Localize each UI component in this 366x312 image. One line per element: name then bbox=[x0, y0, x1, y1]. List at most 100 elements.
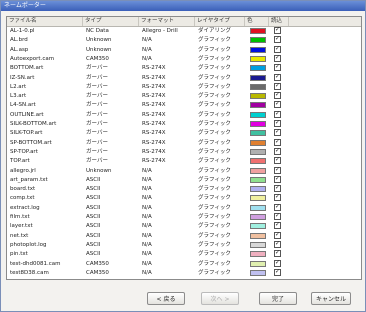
import-checkbox[interactable] bbox=[274, 45, 281, 53]
color-swatch[interactable] bbox=[250, 93, 266, 100]
import-checkbox[interactable] bbox=[274, 91, 281, 100]
color-swatch[interactable] bbox=[250, 232, 266, 239]
import-checkbox[interactable] bbox=[274, 240, 281, 248]
color-swatch[interactable] bbox=[250, 251, 266, 258]
table-row[interactable]: Autoexport.cam CAM350 N/A グラフィック bbox=[7, 54, 361, 63]
import-checkbox[interactable] bbox=[274, 119, 281, 127]
import-checkbox[interactable] bbox=[274, 138, 281, 146]
color-swatch[interactable] bbox=[250, 241, 266, 248]
import-checkbox[interactable] bbox=[274, 184, 281, 193]
import-checkbox[interactable] bbox=[274, 82, 281, 90]
table-row[interactable]: TOP.art ガーバー RS-274X グラフィック bbox=[7, 156, 361, 165]
color-swatch[interactable] bbox=[250, 148, 266, 155]
import-checkbox[interactable] bbox=[274, 100, 281, 109]
table-row[interactable]: AL.brd Unknown N/A グラフィック bbox=[7, 35, 361, 44]
table-row[interactable]: allegro.jrl Unknown N/A グラフィック bbox=[7, 166, 361, 175]
table-row[interactable]: AL-1-0.pl NC Data Allegro - Drill ダイアリング bbox=[7, 26, 361, 35]
table-row[interactable]: board.txt ASCII N/A グラフィック bbox=[7, 184, 361, 193]
file-list[interactable]: ファイル名 タイプ フォーマット レイヤタイプ 色 読込 AL-1-0.pl NC… bbox=[6, 16, 362, 280]
import-checkbox[interactable] bbox=[274, 63, 281, 72]
color-swatch[interactable] bbox=[250, 83, 266, 90]
import-checkbox[interactable] bbox=[274, 35, 281, 44]
import-checkbox[interactable] bbox=[274, 175, 281, 183]
import-checkbox[interactable] bbox=[274, 110, 281, 118]
color-swatch[interactable] bbox=[250, 28, 266, 34]
table-row[interactable]: BOTTOM.art ガーバー RS-274X グラフィック bbox=[7, 63, 361, 72]
column-header-format[interactable]: フォーマット bbox=[139, 17, 195, 26]
finish-button[interactable]: 完了 bbox=[259, 292, 297, 305]
table-row[interactable]: comp.txt ASCII N/A グラフィック bbox=[7, 193, 361, 202]
table-row[interactable]: L3.art ガーバー RS-274X グラフィック bbox=[7, 91, 361, 100]
import-checkbox[interactable] bbox=[274, 128, 281, 137]
table-row[interactable]: OUTLINE.art ガーバー RS-274X グラフィック bbox=[7, 110, 361, 119]
import-checkbox[interactable] bbox=[274, 73, 281, 81]
color-swatch[interactable] bbox=[250, 130, 266, 137]
cell-filename: net.txt bbox=[10, 232, 29, 239]
import-checkbox[interactable] bbox=[274, 203, 281, 211]
color-swatch[interactable] bbox=[250, 37, 266, 44]
table-row[interactable]: layer.txt ASCII N/A グラフィック bbox=[7, 221, 361, 230]
import-checkbox[interactable] bbox=[274, 193, 281, 202]
color-swatch[interactable] bbox=[250, 65, 266, 72]
color-swatch[interactable] bbox=[250, 102, 266, 109]
table-row[interactable]: test-dhd0081.cam CAM350 N/A グラフィック bbox=[7, 259, 361, 268]
color-swatch[interactable] bbox=[250, 223, 266, 230]
cell-filename: IZ-SN.art bbox=[10, 74, 35, 81]
table-row[interactable]: SILK-TOP.art ガーバー RS-274X グラフィック bbox=[7, 128, 361, 137]
import-checkbox[interactable] bbox=[274, 259, 281, 267]
import-checkbox[interactable] bbox=[274, 166, 281, 174]
table-row[interactable]: art_param.txt ASCII N/A グラフィック bbox=[7, 175, 361, 184]
import-checkbox[interactable] bbox=[274, 147, 281, 155]
column-header-type[interactable]: タイプ bbox=[83, 17, 139, 26]
cell-layer-type: グラフィック bbox=[198, 139, 231, 146]
import-checkbox[interactable] bbox=[274, 221, 281, 230]
cell-format: N/A bbox=[142, 260, 152, 267]
color-swatch[interactable] bbox=[250, 158, 266, 165]
import-checkbox[interactable] bbox=[274, 54, 281, 62]
table-row[interactable]: test8D38.cam CAM350 N/A グラフィック bbox=[7, 268, 361, 277]
table-row[interactable]: IZ-SN.art ガーバー RS-274X グラフィック bbox=[7, 73, 361, 82]
column-header-layer-type[interactable]: レイヤタイプ bbox=[195, 17, 245, 26]
table-row[interactable]: film.txt ASCII N/A グラフィック bbox=[7, 212, 361, 221]
import-checkbox[interactable] bbox=[274, 26, 281, 34]
table-row[interactable]: net.txt ASCII N/A グラフィック bbox=[7, 231, 361, 240]
color-swatch[interactable] bbox=[250, 204, 266, 211]
import-checkbox[interactable] bbox=[274, 249, 281, 258]
color-swatch[interactable] bbox=[250, 121, 266, 127]
next-button[interactable]: 次へ > bbox=[201, 292, 239, 305]
table-row[interactable]: L4-SN.art ガーバー RS-274X グラフィック bbox=[7, 100, 361, 109]
cancel-button[interactable]: キャンセル bbox=[311, 292, 351, 305]
column-header-color[interactable]: 色 bbox=[245, 17, 269, 26]
column-header-import[interactable]: 読込 bbox=[269, 17, 289, 26]
cell-layer-type: グラフィック bbox=[198, 260, 231, 267]
color-swatch[interactable] bbox=[250, 74, 266, 81]
color-swatch[interactable] bbox=[250, 214, 266, 220]
table-row[interactable]: SP-BOTTOM.art ガーバー RS-274X グラフィック bbox=[7, 138, 361, 147]
table-row[interactable]: photoplot.log ASCII N/A グラフィック bbox=[7, 240, 361, 249]
color-swatch[interactable] bbox=[250, 111, 266, 118]
color-swatch[interactable] bbox=[250, 186, 266, 193]
import-checkbox[interactable] bbox=[274, 268, 281, 276]
table-row[interactable]: SILK-BOTTOM.art ガーバー RS-274X グラフィック bbox=[7, 119, 361, 128]
color-swatch[interactable] bbox=[250, 176, 266, 183]
column-header-filename[interactable]: ファイル名 bbox=[7, 17, 83, 26]
cell-type: CAM350 bbox=[86, 55, 109, 62]
color-swatch[interactable] bbox=[250, 139, 266, 146]
table-row[interactable]: AL.asp Unknown N/A グラフィック bbox=[7, 45, 361, 54]
back-button[interactable]: < 戻る bbox=[147, 292, 185, 305]
import-checkbox[interactable] bbox=[274, 156, 281, 165]
color-swatch[interactable] bbox=[250, 167, 266, 174]
color-swatch[interactable] bbox=[250, 195, 266, 202]
table-row[interactable]: SP-TOP.art ガーバー RS-274X グラフィック bbox=[7, 147, 361, 156]
color-swatch[interactable] bbox=[250, 55, 266, 62]
import-checkbox[interactable] bbox=[274, 212, 281, 220]
color-swatch[interactable] bbox=[250, 260, 266, 267]
cell-filename: SP-TOP.art bbox=[10, 148, 38, 155]
color-swatch[interactable] bbox=[250, 46, 266, 53]
color-swatch[interactable] bbox=[250, 269, 266, 276]
table-row[interactable]: L2.art ガーバー RS-274X グラフィック bbox=[7, 82, 361, 91]
cell-format: RS-274X bbox=[142, 102, 166, 109]
table-row[interactable]: pin.txt ASCII N/A グラフィック bbox=[7, 249, 361, 258]
import-checkbox[interactable] bbox=[274, 231, 281, 239]
table-row[interactable]: extract.log ASCII N/A グラフィック bbox=[7, 203, 361, 212]
